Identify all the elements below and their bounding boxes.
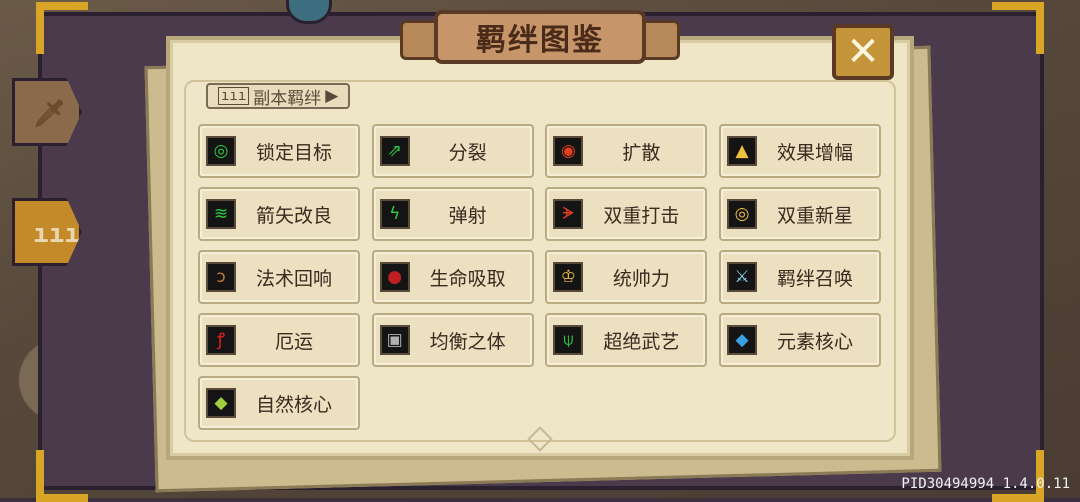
skull-icon: ● xyxy=(379,262,410,292)
bond-cell[interactable]: ◎ 双重新星 xyxy=(719,187,882,241)
bond-label: 箭矢改良 xyxy=(255,204,332,227)
bond-label: 分裂 xyxy=(448,141,487,164)
bond-label: 弹射 xyxy=(448,204,487,227)
staff-icon: ↄ xyxy=(206,262,236,292)
ripple-icon: ◉ xyxy=(553,136,584,166)
frame-corner-top-left xyxy=(36,2,88,54)
close-button[interactable]: ✕ xyxy=(832,24,894,80)
play-arrow-icon: ▶ xyxy=(325,86,339,106)
flame-boost-icon: ▲ xyxy=(727,136,758,166)
bond-label: 元素核心 xyxy=(777,330,854,353)
arrows-icon: ≋ xyxy=(206,199,236,229)
bond-cell[interactable]: ꝭ 厄运 xyxy=(198,313,360,367)
bond-cell[interactable]: ϟ 弹射 xyxy=(371,187,534,241)
curse-icon: ꝭ xyxy=(206,325,236,355)
frame-corner-bottom-left xyxy=(36,450,88,502)
bond-cell[interactable]: ᗘ 双重打击 xyxy=(545,187,708,241)
sub-tab-dungeon-bonds[interactable]: ııı 副本羁绊 ▶ xyxy=(206,83,351,109)
bond-label: 锁定目标 xyxy=(255,141,332,164)
sub-tab-label: 副本羁绊 xyxy=(253,88,322,109)
bond-cell[interactable]: ◎ 锁定目标 xyxy=(198,124,360,178)
bow-icon: ᗘ xyxy=(553,199,584,229)
bond-label: 自然核心 xyxy=(255,393,332,416)
close-icon: ✕ xyxy=(846,29,880,75)
trophy-icon: ♔ xyxy=(553,262,584,292)
bond-cell[interactable]: ≋ 箭矢改良 xyxy=(198,187,360,241)
bond-grid: ◎ 锁定目标 ⇗ 分裂 ◉ 扩散 ▲ 效果增幅 ≋ 箭矢改良 ϟ 弹射 ᗘ 双重打击 ◎ 双重新星 ↄ 法术回响 ●… xyxy=(198,124,882,430)
sword-icon: 🗡 xyxy=(33,99,67,129)
page-title: 羁绊图鉴 xyxy=(476,23,604,58)
bond-cell[interactable]: ⚔ 羁绊召唤 xyxy=(719,250,882,304)
sword-summon-icon: ⚔ xyxy=(727,262,758,292)
bond-cell[interactable]: ◆ 元素核心 xyxy=(719,313,882,367)
nature-gem-icon: ◆ xyxy=(206,388,236,418)
title-plate: 羁绊图鉴 xyxy=(400,6,680,68)
bond-label: 双重打击 xyxy=(603,204,680,227)
crystal-icon: ◆ xyxy=(727,325,758,355)
emblem-icon: ⍦ xyxy=(553,325,584,355)
frame-corner-top-right xyxy=(992,2,1044,54)
bond-label: 超绝武艺 xyxy=(603,330,680,353)
bond-label: 厄运 xyxy=(274,330,313,353)
bars-icon: ııı xyxy=(33,219,80,249)
bond-cell[interactable]: ▲ 效果增幅 xyxy=(719,124,882,178)
target-icon: ◎ xyxy=(206,136,236,166)
bond-cell[interactable]: ◆ 自然核心 xyxy=(198,376,360,430)
bond-label: 效果增幅 xyxy=(777,141,854,164)
bond-label: 法术回响 xyxy=(255,267,332,290)
bond-label: 双重新星 xyxy=(777,204,854,227)
bond-cell[interactable]: ⇗ 分裂 xyxy=(371,124,534,178)
bars-icon: ııı xyxy=(218,87,250,105)
bond-cell[interactable]: ⍦ 超绝武艺 xyxy=(545,313,708,367)
bond-label: 统帅力 xyxy=(612,267,670,290)
lightning-icon: ϟ xyxy=(379,199,410,229)
bond-label: 羁绊召唤 xyxy=(777,267,854,290)
version-label: PID30494994 1.4.0.11 xyxy=(901,476,1070,492)
nova-icon: ◎ xyxy=(727,199,758,229)
shield-icon: ▣ xyxy=(379,325,410,355)
bond-label: 扩散 xyxy=(622,141,661,164)
bond-cell[interactable]: ◉ 扩散 xyxy=(545,124,708,178)
split-arrows-icon: ⇗ xyxy=(379,136,410,166)
bond-label: 均衡之体 xyxy=(429,330,506,353)
bond-cell[interactable]: ♔ 统帅力 xyxy=(545,250,708,304)
bond-cell[interactable]: ▣ 均衡之体 xyxy=(371,313,534,367)
bond-cell[interactable]: ● 生命吸取 xyxy=(371,250,534,304)
bond-label: 生命吸取 xyxy=(429,267,506,290)
bond-cell[interactable]: ↄ 法术回响 xyxy=(198,250,360,304)
title-plate-center: 羁绊图鉴 xyxy=(434,10,646,64)
